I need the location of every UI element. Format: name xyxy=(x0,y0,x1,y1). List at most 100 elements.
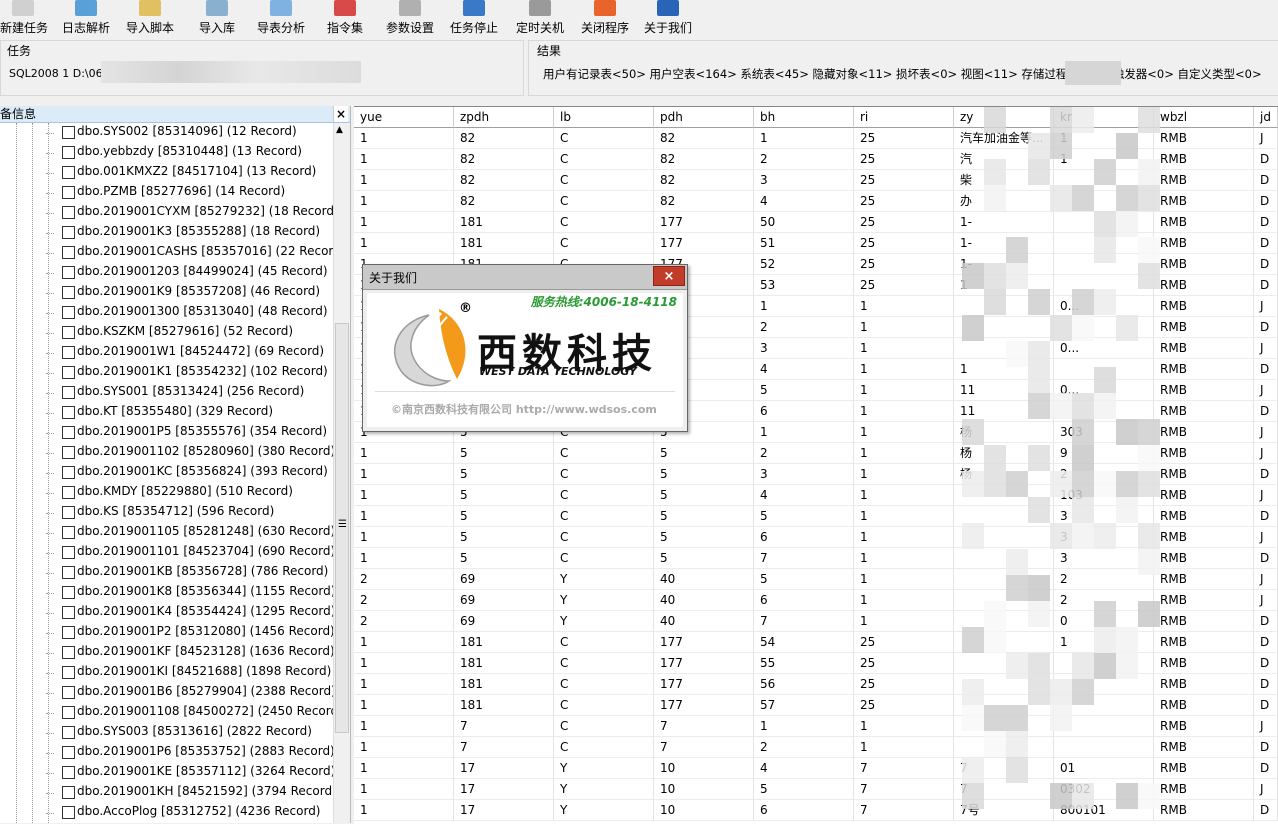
cell-bh[interactable]: 5 xyxy=(754,569,854,590)
cell-jd[interactable]: D xyxy=(1254,674,1278,695)
cell-ri[interactable]: 1 xyxy=(854,380,954,401)
table-row[interactable]: 1 181 C 177 57 25 RMB D xyxy=(354,695,1278,716)
tree-item[interactable]: dbo.SYS001 [85313424] (256 Record) xyxy=(46,383,333,403)
tree-item-checkbox[interactable] xyxy=(62,286,75,299)
toolbar-button-2[interactable]: 导入脚本 xyxy=(122,0,178,38)
cell-yue[interactable]: 1 xyxy=(354,779,454,800)
cell-zpdh[interactable]: 5 xyxy=(454,506,554,527)
cell-yue[interactable]: 1 xyxy=(354,758,454,779)
cell-ri[interactable]: 1 xyxy=(854,716,954,737)
cell-bh[interactable]: 50 xyxy=(754,212,854,233)
column-header-yue[interactable]: yue xyxy=(354,107,454,128)
table-row[interactable]: 1 7 C 7 1 1 RMB J xyxy=(354,716,1278,737)
cell-pdh[interactable]: 82 xyxy=(654,149,754,170)
cell-jd[interactable]: J xyxy=(1254,296,1278,317)
cell-pdh[interactable]: 177 xyxy=(654,632,754,653)
cell-jd[interactable]: D xyxy=(1254,800,1278,821)
cell-yue[interactable]: 1 xyxy=(354,632,454,653)
tree-item[interactable]: dbo.2019001CASHS [85357016] (22 Record) xyxy=(46,243,333,263)
cell-lb[interactable]: C xyxy=(554,632,654,653)
cell-lb[interactable]: C xyxy=(554,233,654,254)
cell-jd[interactable]: D xyxy=(1254,548,1278,569)
tree-item-checkbox[interactable] xyxy=(62,166,75,179)
cell-jd[interactable]: J xyxy=(1254,443,1278,464)
cell-ri[interactable]: 1 xyxy=(854,296,954,317)
cell-wbzl[interactable]: RMB xyxy=(1154,191,1254,212)
column-header-bh[interactable]: bh xyxy=(754,107,854,128)
cell-ri[interactable]: 25 xyxy=(854,254,954,275)
cell-lb[interactable]: Y xyxy=(554,611,654,632)
cell-yue[interactable]: 1 xyxy=(354,653,454,674)
cell-jd[interactable]: D xyxy=(1254,149,1278,170)
tree-item-checkbox[interactable] xyxy=(62,366,75,379)
cell-zpdh[interactable]: 7 xyxy=(454,716,554,737)
tree-item-checkbox[interactable] xyxy=(62,506,75,519)
cell-wbzl[interactable]: RMB xyxy=(1154,128,1254,149)
column-header-pdh[interactable]: pdh xyxy=(654,107,754,128)
cell-wbzl[interactable]: RMB xyxy=(1154,779,1254,800)
cell-ri[interactable]: 7 xyxy=(854,779,954,800)
tree-item-checkbox[interactable] xyxy=(62,526,75,539)
cell-pdh[interactable]: 10 xyxy=(654,758,754,779)
cell-kr[interactable]: 01 xyxy=(1054,758,1154,779)
cell-jd[interactable]: J xyxy=(1254,590,1278,611)
cell-yue[interactable]: 1 xyxy=(354,527,454,548)
tree-item-checkbox[interactable] xyxy=(62,406,75,419)
cell-lb[interactable]: Y xyxy=(554,800,654,821)
cell-yue[interactable]: 1 xyxy=(354,548,454,569)
tree-item[interactable]: dbo.KS [85354712] (596 Record) xyxy=(46,503,333,523)
cell-bh[interactable]: 2 xyxy=(754,317,854,338)
tree-item[interactable]: dbo.2019001101 [84523704] (690 Record) xyxy=(46,543,333,563)
cell-zpdh[interactable]: 5 xyxy=(454,527,554,548)
tree-item[interactable]: dbo.2019001KC [85356824] (393 Record) xyxy=(46,463,333,483)
cell-wbzl[interactable]: RMB xyxy=(1154,674,1254,695)
tree-item[interactable]: dbo.PZMB [85277696] (14 Record) xyxy=(46,183,333,203)
cell-zy[interactable] xyxy=(954,548,1054,569)
table-row[interactable]: 1 181 C 177 55 25 RMB D xyxy=(354,653,1278,674)
cell-ri[interactable]: 25 xyxy=(854,695,954,716)
cell-bh[interactable]: 7 xyxy=(754,611,854,632)
cell-zpdh[interactable]: 5 xyxy=(454,485,554,506)
cell-yue[interactable]: 1 xyxy=(354,191,454,212)
tree-item[interactable]: dbo.KT [85355480] (329 Record) xyxy=(46,403,333,423)
cell-zpdh[interactable]: 17 xyxy=(454,758,554,779)
cell-ri[interactable]: 1 xyxy=(854,401,954,422)
cell-zpdh[interactable]: 69 xyxy=(454,569,554,590)
cell-zy[interactable]: 1- xyxy=(954,212,1054,233)
cell-bh[interactable]: 54 xyxy=(754,632,854,653)
tree-item[interactable]: dbo.2019001108 [84500272] (2450 Record) xyxy=(46,703,333,723)
cell-lb[interactable]: Y xyxy=(554,758,654,779)
cell-bh[interactable]: 6 xyxy=(754,401,854,422)
toolbar-button-3[interactable]: 导入库 xyxy=(194,0,240,38)
tree-item[interactable]: dbo.2019001K3 [85355288] (18 Record) xyxy=(46,223,333,243)
cell-zpdh[interactable]: 181 xyxy=(454,653,554,674)
tree-item-checkbox[interactable] xyxy=(62,186,75,199)
dialog-close-button[interactable]: × xyxy=(653,266,685,286)
cell-lb[interactable]: C xyxy=(554,716,654,737)
tree-item-checkbox[interactable] xyxy=(62,646,75,659)
cell-ri[interactable]: 1 xyxy=(854,506,954,527)
tree-scrollbar[interactable]: ▲ ☰ xyxy=(333,123,350,823)
cell-zpdh[interactable]: 69 xyxy=(454,611,554,632)
table-row[interactable]: 117Y1047701RMBD xyxy=(354,758,1278,779)
cell-ri[interactable]: 1 xyxy=(854,737,954,758)
cell-lb[interactable]: C xyxy=(554,443,654,464)
tree-item-checkbox[interactable] xyxy=(62,266,75,279)
cell-yue[interactable]: 1 xyxy=(354,464,454,485)
cell-jd[interactable]: J xyxy=(1254,128,1278,149)
cell-bh[interactable]: 56 xyxy=(754,674,854,695)
cell-wbzl[interactable]: RMB xyxy=(1154,464,1254,485)
cell-wbzl[interactable]: RMB xyxy=(1154,695,1254,716)
column-header-jd[interactable]: jd xyxy=(1254,107,1278,128)
tree-item-checkbox[interactable] xyxy=(62,746,75,759)
cell-lb[interactable]: C xyxy=(554,527,654,548)
cell-zpdh[interactable]: 181 xyxy=(454,233,554,254)
tree-item-checkbox[interactable] xyxy=(62,626,75,639)
cell-zpdh[interactable]: 82 xyxy=(454,170,554,191)
cell-bh[interactable]: 55 xyxy=(754,653,854,674)
column-header-zpdh[interactable]: zpdh xyxy=(454,107,554,128)
cell-wbzl[interactable]: RMB xyxy=(1154,611,1254,632)
cell-ri[interactable]: 25 xyxy=(854,128,954,149)
toolbar-button-5[interactable]: 指令集 xyxy=(322,0,368,38)
cell-ri[interactable]: 7 xyxy=(854,758,954,779)
